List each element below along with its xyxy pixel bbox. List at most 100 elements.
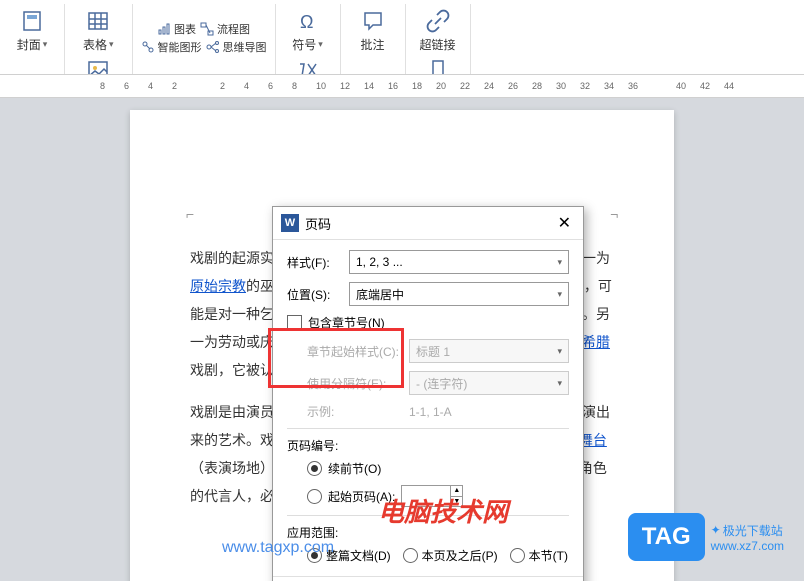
hyperlink-label: 超链接 <box>420 36 456 53</box>
ruler-mark: 16 <box>388 81 398 91</box>
bookmark-button[interactable]: 书签 <box>414 55 462 75</box>
table-label: 表格 <box>83 36 107 53</box>
chevron-down-icon: ▾ <box>557 378 562 389</box>
ruler-mark: 6 <box>268 81 273 91</box>
hyperlink-button[interactable]: 超链接 <box>414 6 462 55</box>
svg-text:Ω: Ω <box>300 12 313 32</box>
ruler-mark: 42 <box>700 81 710 91</box>
dialog-title: 页码 <box>305 214 554 233</box>
ruler-mark: 34 <box>604 81 614 91</box>
chevron-down-icon: ▾ <box>318 39 323 50</box>
ruler-mark: 24 <box>484 81 494 91</box>
scope-section-label: 本节(T) <box>529 547 568 564</box>
link-religion[interactable]: 原始宗教 <box>190 278 246 294</box>
ruler-mark: 4 <box>244 81 249 91</box>
ruler-mark: 12 <box>340 81 350 91</box>
ruler-mark: 30 <box>556 81 566 91</box>
chart-button[interactable]: 图表 <box>157 21 196 37</box>
symbol-icon: Ω <box>295 8 321 34</box>
flowchart-label: 流程图 <box>217 21 250 37</box>
spin-up[interactable]: ▲ <box>451 486 462 497</box>
equation-button[interactable]: 公式▾ <box>284 55 332 75</box>
continue-radio[interactable] <box>307 461 322 476</box>
ruler-mark: 2 <box>220 81 225 91</box>
style-label: 样式(F): <box>287 254 343 271</box>
close-icon[interactable]: ✕ <box>554 213 575 233</box>
spin-down[interactable]: ▼ <box>451 497 462 507</box>
page-area: ⌐ ⌐ 戏剧的起源实不可考，目前有多种假说。比较主流的看法有二：一为原始宗教的巫… <box>0 98 804 581</box>
ruler-mark: 28 <box>532 81 542 91</box>
ruler-mark: 20 <box>436 81 446 91</box>
cover-button[interactable]: 封面▾ <box>8 6 56 55</box>
dialog-titlebar: W 页码 ✕ <box>273 207 583 240</box>
flowchart-button[interactable]: 流程图 <box>200 21 250 37</box>
hyperlink-icon <box>425 8 451 34</box>
separator-select: - (连字符)▾ <box>409 371 569 395</box>
chevron-down-icon: ▾ <box>43 39 48 50</box>
cover-label: 封面 <box>17 36 41 53</box>
chart-label: 图表 <box>174 21 196 37</box>
app-icon: W <box>281 214 299 232</box>
ruler-mark: 6 <box>124 81 129 91</box>
corner-mark: ⌐ <box>610 200 618 228</box>
position-select[interactable]: 底端居中▾ <box>349 282 569 306</box>
ribbon: 封面▾ 表格▾ 图片▾ 截屏▾ 形状▾ 图标 A 文本框▾ A 艺术字 <box>0 0 804 75</box>
chevron-down-icon: ▾ <box>109 39 114 50</box>
smartart-label: 智能图形 <box>158 39 202 55</box>
startat-input[interactable]: ▲▼ <box>401 485 463 507</box>
mindmap-button[interactable]: 思维导图 <box>206 39 267 55</box>
ruler-mark: 26 <box>508 81 518 91</box>
ruler-mark: 14 <box>364 81 374 91</box>
include-chapter-checkbox[interactable] <box>287 315 302 330</box>
chart-icon <box>157 22 171 36</box>
cover-icon <box>19 8 45 34</box>
chapter-start-select: 标题 1▾ <box>409 339 569 363</box>
example-value: 1-1, 1-A <box>409 405 452 419</box>
corner-mark: ⌐ <box>186 200 194 228</box>
chevron-down-icon: ▾ <box>557 289 562 300</box>
picture-button[interactable]: 图片▾ <box>74 55 122 75</box>
ruler-mark: 40 <box>676 81 686 91</box>
ruler-mark: 44 <box>724 81 734 91</box>
ruler-mark: 36 <box>628 81 638 91</box>
table-icon <box>85 8 111 34</box>
ruler-mark: 32 <box>580 81 590 91</box>
ruler-mark: 18 <box>412 81 422 91</box>
continue-label: 续前节(O) <box>328 460 381 477</box>
page-number-dialog: W 页码 ✕ 样式(F): 1, 2, 3 ...▾ 位置(S): 底端居中▾ … <box>272 206 584 581</box>
flowchart-icon <box>200 22 214 36</box>
chapter-start-label: 章节起始样式(C): <box>307 343 403 360</box>
chevron-down-icon: ▾ <box>557 346 562 357</box>
mindmap-label: 思维导图 <box>223 39 267 55</box>
ruler: 8642246810121416182022242628303234364042… <box>0 75 804 98</box>
chevron-down-icon: ▾ <box>557 257 562 268</box>
position-label: 位置(S): <box>287 286 343 303</box>
bookmark-icon <box>425 57 451 75</box>
scope-after-radio[interactable] <box>403 548 418 563</box>
ruler-mark: 22 <box>460 81 470 91</box>
symbol-button[interactable]: Ω 符号▾ <box>284 6 332 55</box>
smartart-icon <box>141 40 155 54</box>
separator-label: 使用分隔符(E): <box>307 375 403 392</box>
include-chapter-label: 包含章节号(N) <box>308 314 385 331</box>
pagenum-label: 页码编号: <box>287 437 569 454</box>
scope-label: 应用范围: <box>287 524 569 541</box>
style-select[interactable]: 1, 2, 3 ...▾ <box>349 250 569 274</box>
table-button[interactable]: 表格▾ <box>74 6 122 55</box>
startat-label: 起始页码(A): <box>328 488 395 505</box>
scope-whole-radio[interactable] <box>307 548 322 563</box>
scope-section-radio[interactable] <box>510 548 525 563</box>
smartart-button[interactable]: 智能图形 <box>141 39 202 55</box>
symbol-label: 符号 <box>292 36 316 53</box>
scope-whole-label: 整篇文档(D) <box>326 547 391 564</box>
picture-icon <box>85 57 111 75</box>
comment-button[interactable]: 批注 <box>349 6 397 55</box>
ruler-mark: 10 <box>316 81 326 91</box>
ruler-mark: 8 <box>292 81 297 91</box>
ruler-mark: 8 <box>100 81 105 91</box>
comment-icon <box>360 8 386 34</box>
startat-radio[interactable] <box>307 489 322 504</box>
ruler-mark: 4 <box>148 81 153 91</box>
scope-after-label: 本页及之后(P) <box>422 547 498 564</box>
equation-icon <box>295 57 321 75</box>
